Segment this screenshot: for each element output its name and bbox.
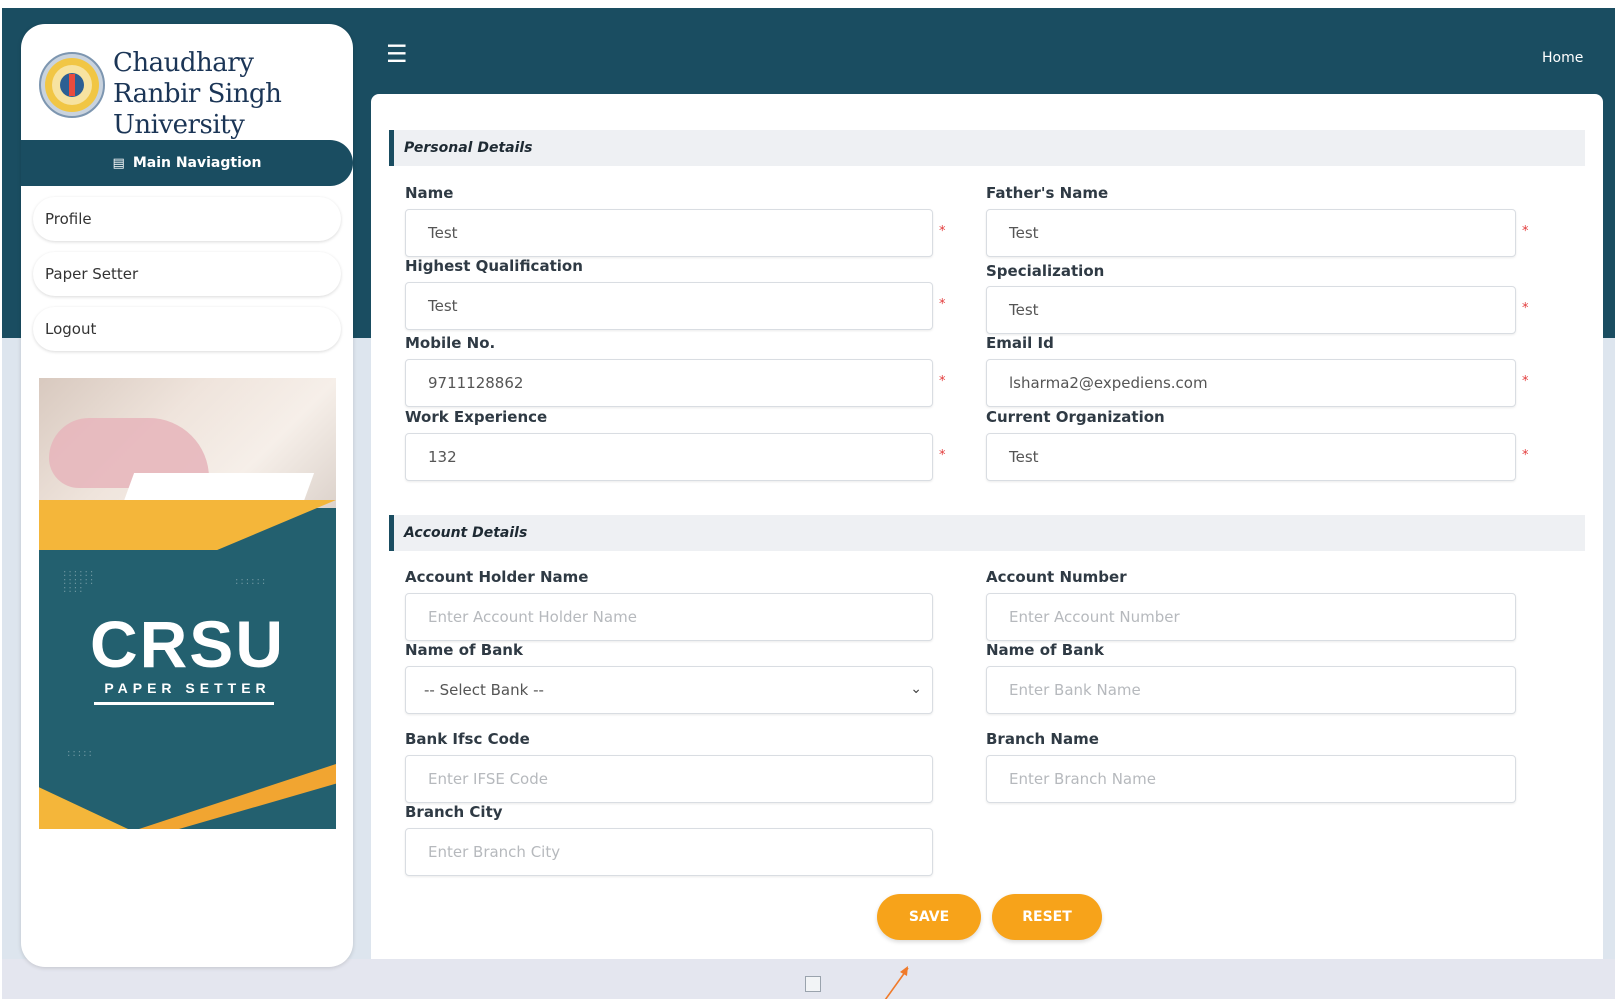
required-marker: * (939, 224, 946, 239)
branch-name-field[interactable]: Enter Branch Name (986, 755, 1516, 803)
father-name-label: Father's Name (986, 184, 1109, 202)
page-frame: ☰ Home Chaudhary Ranbir Singh University… (2, 8, 1615, 999)
sidebar-item-label: Profile (45, 210, 92, 228)
main-card: Personal Details Name Test * Father's Na… (371, 94, 1603, 959)
qualification-field[interactable]: Test (405, 282, 933, 330)
university-seal-icon (39, 52, 105, 118)
reset-button[interactable]: RESET (992, 894, 1102, 940)
branch-city-label: Branch City (405, 803, 503, 821)
sidebar-item-paper-setter[interactable]: Paper Setter (33, 252, 341, 296)
sidebar-item-label: Paper Setter (45, 265, 139, 283)
sidebar-item-profile[interactable]: Profile (33, 197, 341, 241)
sidebar-item-logout[interactable]: Logout (33, 307, 341, 351)
required-marker: * (939, 297, 946, 312)
organization-label: Current Organization (986, 408, 1165, 426)
organization-field[interactable]: Test (986, 433, 1516, 481)
specialization-label: Specialization (986, 262, 1105, 280)
banner-photo (39, 378, 336, 508)
experience-label: Work Experience (405, 408, 548, 426)
experience-field[interactable]: 132 (405, 433, 933, 481)
required-marker: * (1522, 448, 1529, 463)
mobile-field[interactable]: 9711128862 (405, 359, 933, 407)
father-name-field[interactable]: Test (986, 209, 1516, 257)
required-marker: * (939, 448, 946, 463)
university-name: Chaudhary Ranbir Singh University (113, 48, 343, 141)
crsu-banner-image: :::::::::::::::: :::::: CRSU PAPER SETTE… (39, 378, 336, 829)
bank-name-field[interactable]: Enter Bank Name (986, 666, 1516, 714)
sidebar: Chaudhary Ranbir Singh University ▤ Main… (21, 24, 353, 967)
qualification-label: Highest Qualification (405, 257, 583, 275)
name-label: Name (405, 184, 454, 202)
bank-select-label: Name of Bank (405, 641, 523, 659)
specialization-field[interactable]: Test (986, 286, 1516, 334)
required-marker: * (1522, 374, 1529, 389)
home-link[interactable]: Home (1542, 50, 1583, 66)
account-details-header: Account Details (389, 515, 1585, 551)
required-marker: * (1522, 224, 1529, 239)
bank-select-value: -- Select Bank -- (424, 681, 544, 699)
sidebar-item-label: Logout (45, 320, 97, 338)
chevron-down-icon: ⌄ (910, 681, 922, 697)
required-marker: * (939, 374, 946, 389)
university-name-line2: University (113, 110, 245, 140)
bank-select[interactable]: -- Select Bank -- ⌄ (405, 666, 933, 714)
university-name-line1: Chaudhary Ranbir Singh (113, 48, 282, 109)
account-holder-label: Account Holder Name (405, 568, 589, 586)
annotation-arrow-icon (884, 966, 909, 999)
bank-name-label: Name of Bank (986, 641, 1104, 659)
hamburger-icon[interactable]: ☰ (386, 42, 408, 66)
account-number-label: Account Number (986, 568, 1127, 586)
email-field[interactable]: lsharma2@expediens.com (986, 359, 1516, 407)
ifsc-label: Bank Ifsc Code (405, 730, 530, 748)
save-button[interactable]: SAVE (877, 894, 981, 940)
list-icon: ▤ (112, 155, 125, 171)
mobile-label: Mobile No. (405, 334, 496, 352)
banner-subtitle: PAPER SETTER (104, 680, 271, 696)
required-marker: * (1522, 301, 1529, 316)
university-logo: Chaudhary Ranbir Singh University (39, 44, 339, 140)
personal-details-header: Personal Details (389, 130, 1585, 166)
account-number-field[interactable]: Enter Account Number (986, 593, 1516, 641)
ifsc-field[interactable]: Enter IFSE Code (405, 755, 933, 803)
banner-title: CRSU (89, 607, 285, 681)
main-navigation-header: ▤ Main Naviagtion (21, 140, 353, 186)
branch-name-label: Branch Name (986, 730, 1099, 748)
email-label: Email Id (986, 334, 1054, 352)
main-navigation-label: Main Naviagtion (132, 155, 262, 171)
name-field[interactable]: Test (405, 209, 933, 257)
broken-image-icon (805, 976, 821, 992)
account-holder-field[interactable]: Enter Account Holder Name (405, 593, 933, 641)
branch-city-field[interactable]: Enter Branch City (405, 828, 933, 876)
